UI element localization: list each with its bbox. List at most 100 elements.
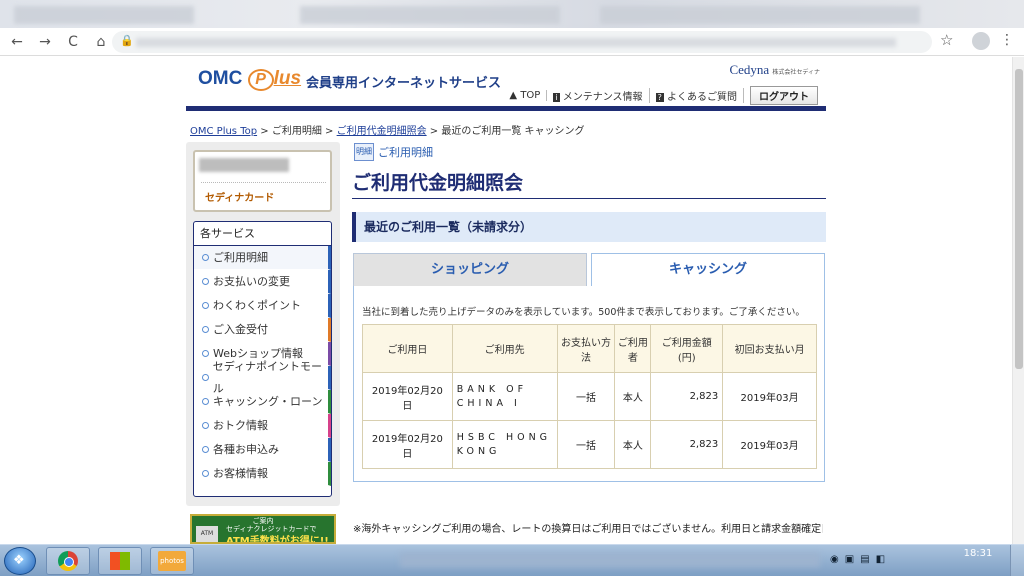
footnote-text: ※海外キャッシングご利用の場合、レートの換算日はご利用日ではございません。利用日… xyxy=(353,524,823,535)
sidebar-item-applications[interactable]: 各種お申込み xyxy=(194,438,331,462)
section-tag-label: ご利用明細 xyxy=(378,146,433,159)
taskbar-app[interactable] xyxy=(98,547,142,575)
atm-promo-banner[interactable]: ご案内 ATM セディナクレジットカードで ATM手数料がお得に!! xyxy=(190,514,336,544)
back-icon[interactable]: ← xyxy=(6,31,28,53)
sidebar-item-label: わくわくポイント xyxy=(213,298,301,312)
sidebar-item-label: おトク情報 xyxy=(213,418,268,432)
logout-button[interactable]: ログアウト xyxy=(750,86,818,105)
home-icon[interactable]: ⌂ xyxy=(90,31,112,53)
system-tray: ◉ ▣ ▤ ◧ xyxy=(830,554,885,565)
cedyna-text: Cedyna xyxy=(729,62,770,77)
cell-user: 本人 xyxy=(614,372,652,421)
page-scrollbar[interactable] xyxy=(1012,57,1024,544)
help-icon: ? xyxy=(655,93,664,102)
blurred-taskbar-area xyxy=(400,553,820,567)
app-icon xyxy=(110,552,130,570)
blurred-member-name xyxy=(199,158,289,172)
cell-payment-method: 一括 xyxy=(556,420,616,469)
nav-faq-link[interactable]: ? よくあるご質問 xyxy=(650,88,744,103)
cashing-panel: 当社に到着した売り上げデータのみを表示しています。500件まで表示しております。… xyxy=(353,286,825,482)
cell-date: 2019年02月20日 xyxy=(362,420,453,469)
cell-payment-method: 一括 xyxy=(556,372,616,421)
breadcrumb-home-link[interactable]: OMC Plus Top xyxy=(190,126,257,137)
cedyna-logo: Cedyna 株式会社セディナ xyxy=(729,62,820,78)
bullet-icon xyxy=(202,350,209,357)
bullet-icon xyxy=(202,446,209,453)
bullet-icon xyxy=(202,470,209,477)
cedyna-subtext: 株式会社セディナ xyxy=(772,70,820,76)
address-bar[interactable]: 🔒 xyxy=(112,31,932,53)
breadcrumb-separator: > xyxy=(429,126,439,137)
sidebar-item-label: ご利用明細 xyxy=(213,250,268,264)
network-icon[interactable]: ▤ xyxy=(860,554,869,565)
blurred-tabs xyxy=(300,6,560,24)
nav-maintenance-link[interactable]: i メンテナンス情報 xyxy=(547,88,650,103)
statement-icon: 明細 xyxy=(354,143,374,161)
blurred-tabs xyxy=(14,6,194,24)
sidebar-item-payment-change[interactable]: お支払いの変更 xyxy=(194,270,331,294)
tray-icon[interactable]: ◉ xyxy=(830,554,839,565)
forward-icon[interactable]: → xyxy=(34,31,56,53)
bullet-icon xyxy=(202,422,209,429)
column-header: お支払い方法 xyxy=(556,324,616,373)
section-tag: 明細 ご利用明細 xyxy=(354,143,433,161)
taskbar-photos[interactable]: photos xyxy=(150,547,194,575)
chrome-icon xyxy=(58,551,78,571)
nav-top-link[interactable]: ▲ TOP xyxy=(503,90,548,101)
cell-merchant: HSBC HONG KONG xyxy=(451,420,558,469)
table-row: 2019年02月20日 HSBC HONG KONG 一括 本人 2,823 2… xyxy=(362,420,817,469)
site-header: OMC Plus 会員専用インターネットサービス Cedyna 株式会社セディナ… xyxy=(186,60,826,112)
volume-icon[interactable]: ◧ xyxy=(876,554,885,565)
card-name: セディナカード xyxy=(205,193,275,204)
top-navigation: ▲ TOP i メンテナンス情報 ? よくあるご質問 ログアウト xyxy=(503,86,818,105)
start-button[interactable]: ❖ xyxy=(4,547,36,575)
breadcrumb-separator: > xyxy=(260,126,269,137)
bullet-icon xyxy=(202,254,209,261)
sidebar-item-customer-info[interactable]: お客様情報 xyxy=(194,462,331,486)
header-divider-bar xyxy=(186,106,826,111)
sidebar-item-usage[interactable]: ご利用明細 xyxy=(194,246,331,270)
omc-plus-logo[interactable]: OMC Plus xyxy=(198,68,301,91)
show-desktop-button[interactable] xyxy=(1010,545,1024,576)
bullet-icon xyxy=(202,374,209,381)
nav-faq-label: よくあるご質問 xyxy=(667,92,737,103)
sidebar-item-deals[interactable]: おトク情報 xyxy=(194,414,331,438)
column-header: 初回お支払い月 xyxy=(722,324,817,373)
nav-maintenance-label: メンテナンス情報 xyxy=(562,92,643,103)
logo-p-mark: P xyxy=(247,69,274,91)
sidebar-item-deposit[interactable]: ご入金受付 xyxy=(194,318,331,342)
tray-icon[interactable]: ▣ xyxy=(845,554,854,565)
lock-icon: 🔒 xyxy=(120,34,134,47)
taskbar-clock[interactable]: 18:31 xyxy=(958,548,998,559)
card-info-box: セディナカード xyxy=(193,150,332,212)
breadcrumb: OMC Plus Top > ご利用明細 > ご利用代金明細照会 > 最近のご利… xyxy=(190,122,585,137)
sidebar: セディナカード 各サービス ご利用明細 お支払いの変更 わくわくポイント ご入金… xyxy=(186,142,340,506)
breadcrumb-separator: > xyxy=(325,126,334,137)
blurred-url xyxy=(136,38,896,47)
tab-shopping[interactable]: ショッピング xyxy=(353,253,587,287)
sidebar-item-cashing-loan[interactable]: キャッシング・ローン xyxy=(194,390,331,414)
menu-kebab-icon[interactable]: ⋮ xyxy=(1000,32,1014,48)
breadcrumb-item-usage: ご利用明細 xyxy=(271,126,322,137)
bullet-icon xyxy=(202,302,209,309)
bookmark-star-icon[interactable]: ☆ xyxy=(940,31,953,49)
breadcrumb-statement-link[interactable]: ご利用代金明細照会 xyxy=(337,126,427,137)
blurred-tabs xyxy=(600,6,920,24)
browser-toolbar: ← → C ⌂ 🔒 xyxy=(0,28,1024,56)
cell-user: 本人 xyxy=(614,420,652,469)
scrollbar-thumb[interactable] xyxy=(1015,69,1023,369)
cell-date: 2019年02月20日 xyxy=(362,372,453,421)
logo-omc-text: OMC xyxy=(198,68,243,89)
tab-cashing[interactable]: キャッシング xyxy=(591,253,825,287)
notice-text: 当社に到着した売り上げデータのみを表示しています。500件まで表示しております。… xyxy=(362,307,805,318)
taskbar-chrome[interactable] xyxy=(46,547,90,575)
sidebar-item-point-mall[interactable]: セディナポイントモール xyxy=(194,360,331,395)
transactions-table: ご利用日 ご利用先 お支払い方法 ご利用者 ご利用金額(円) 初回お支払い月 2… xyxy=(362,324,817,469)
sidebar-item-points[interactable]: わくわくポイント xyxy=(194,294,331,318)
profile-avatar[interactable] xyxy=(972,32,990,50)
cell-amount: 2,823 xyxy=(650,420,724,469)
windows-logo-icon: ❖ xyxy=(13,553,25,568)
reload-icon[interactable]: C xyxy=(62,31,84,53)
sidebar-item-label: お支払いの変更 xyxy=(213,274,290,288)
promo-line2: ATM手数料がお得に!! xyxy=(226,536,329,544)
